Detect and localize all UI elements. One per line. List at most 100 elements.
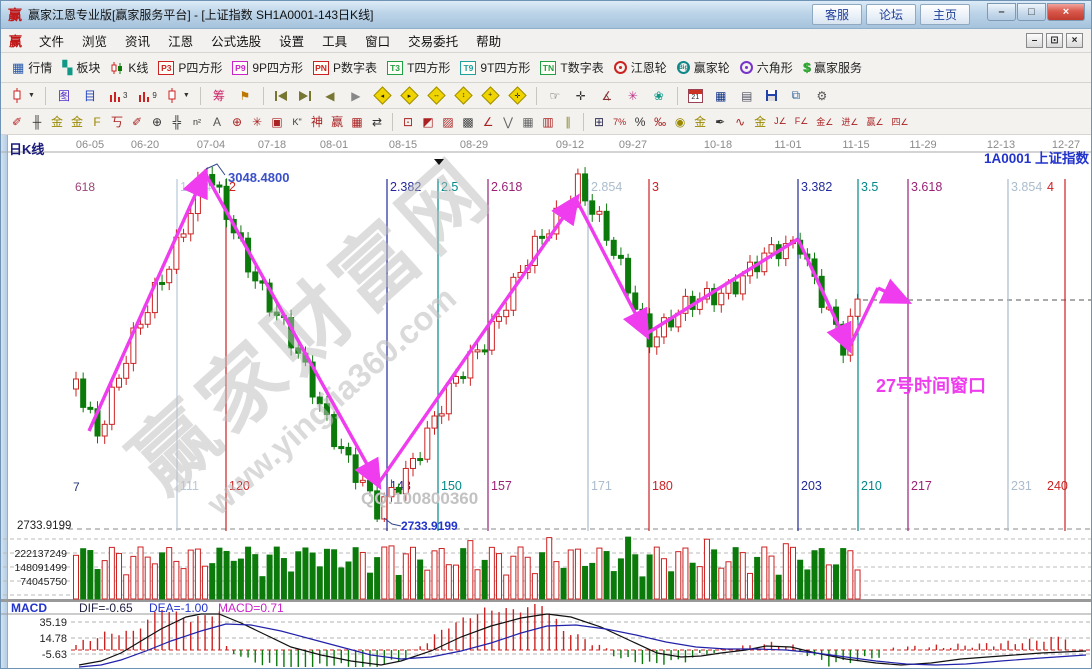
toolbar-button-minute-3[interactable]: 3 [103, 87, 132, 105]
toolbar-button-gann-wheel[interactable]: 江恩轮 [609, 57, 672, 78]
draw-tool-3[interactable]: 金 [67, 111, 87, 132]
toolbar-button-gann-dia-6[interactable]: ✛ [504, 87, 531, 104]
draw-tool-18[interactable]: ⇄ [367, 111, 387, 132]
menu-item-trade[interactable]: 交易委托 [399, 28, 467, 53]
draw-tool-9[interactable]: n² [187, 111, 207, 132]
minimize-button[interactable]: – [987, 3, 1016, 21]
mdi-restore-button[interactable]: ⊡ [1046, 33, 1063, 48]
toolbar-button-9t-square[interactable]: T99T四方形 [455, 57, 535, 78]
toolbar-button-export-tool[interactable]: ⧉ [783, 85, 809, 106]
mdi-minimize-button[interactable]: – [1026, 33, 1043, 48]
draw-tool-15[interactable]: 神 [307, 111, 327, 132]
draw-tool-32[interactable]: % [630, 111, 650, 132]
toolbar-button-calendar-tool[interactable]: 21 [683, 87, 708, 105]
toolbar-button-crosshair-tool[interactable]: ✛ [568, 85, 594, 106]
draw-tool-34[interactable]: ◉ [670, 111, 690, 132]
draw-tool-35[interactable]: 金 [690, 111, 710, 132]
draw-tool-38[interactable]: 金 [750, 111, 770, 132]
toolbar-button-first-bar[interactable] [269, 88, 293, 104]
toolbar-button-gann-dia-1[interactable]: ◂ [369, 87, 396, 104]
draw-tool-24[interactable]: ∠ [478, 111, 498, 132]
draw-tool-43[interactable]: 赢∠ [862, 111, 887, 132]
toolbar-button-brain-tool[interactable]: ❀ [646, 85, 672, 106]
toolbar-button-p-digit-table[interactable]: PNP数字表 [308, 57, 382, 78]
toolbar-button-prev-bar[interactable]: ◀ [317, 85, 343, 106]
draw-tool-1[interactable]: ╫ [27, 111, 47, 132]
toolbar-button-p-square[interactable]: P3P四方形 [153, 57, 227, 78]
quick-button-2[interactable]: 主页 [920, 4, 970, 25]
toolbar-button-winner-wheel[interactable]: Big赢家轮 [672, 57, 735, 78]
draw-tool-22[interactable]: ▨ [438, 111, 458, 132]
toolbar-button-save-tool[interactable] [760, 87, 783, 104]
menu-item-tools[interactable]: 工具 [313, 28, 356, 53]
toolbar-button-chart-style[interactable]: 图 [51, 85, 77, 106]
toolbar-button-settings-tool[interactable]: ⚙ [809, 85, 835, 106]
toolbar-button-gann-dia-2[interactable]: ▸ [396, 87, 423, 104]
menu-item-formula-pick[interactable]: 公式选股 [202, 28, 270, 53]
draw-tool-7[interactable]: ⊕ [147, 111, 167, 132]
toolbar-button-next-bar[interactable]: ▶ [343, 85, 369, 106]
draw-tool-13[interactable]: ▣ [267, 111, 287, 132]
toolbar-button-sector[interactable]: ▚板块 [57, 57, 105, 78]
draw-tool-37[interactable]: ∿ [730, 111, 750, 132]
kline-chart[interactable]: 1.85411121202.3821432.51502.6181572.8541… [1, 135, 1092, 669]
toolbar-button-gann-dia-4[interactable]: ↕ [450, 87, 477, 104]
draw-tool-10[interactable]: A [207, 111, 227, 132]
toolbar-button-t-square[interactable]: T3T四方形 [382, 57, 455, 78]
menu-item-help[interactable]: 帮助 [467, 28, 510, 53]
quick-button-0[interactable]: 客服 [812, 4, 862, 25]
draw-tool-41[interactable]: 金∠ [812, 111, 837, 132]
draw-tool-12[interactable]: ✳ [247, 111, 267, 132]
toolbar-button-chip-tool[interactable]: 筹 [206, 85, 232, 106]
toolbar-button-notes-tool[interactable]: ▤ [734, 85, 760, 106]
draw-tool-40[interactable]: F∠ [791, 111, 813, 132]
toolbar-button-candle-tool[interactable]: ▼ [162, 86, 195, 105]
menu-item-settings[interactable]: 设置 [270, 28, 313, 53]
toolbar-button-period-daily[interactable]: ▼ [7, 86, 40, 105]
toolbar-button-hexagon[interactable]: 六角形 [735, 57, 798, 78]
draw-tool-42[interactable]: 进∠ [837, 111, 862, 132]
toolbar-button-angle-tool[interactable]: ∡ [594, 85, 620, 106]
toolbar-button-flag-tool[interactable]: ⚑ [232, 85, 258, 106]
draw-tool-8[interactable]: ╬ [167, 111, 187, 132]
draw-tool-5[interactable]: 丂 [107, 111, 127, 132]
menu-item-browse[interactable]: 浏览 [73, 28, 116, 53]
toolbar-button-list-view[interactable]: 目 [77, 85, 103, 106]
toolbar-button-hand-tool[interactable]: ☞ [542, 85, 568, 106]
close-button[interactable]: × [1047, 3, 1085, 21]
mdi-close-button[interactable]: × [1066, 33, 1083, 48]
toolbar-button-winner-service[interactable]: $赢家服务 [798, 57, 867, 78]
draw-tool-21[interactable]: ◩ [418, 111, 438, 132]
draw-tool-20[interactable]: ⊡ [398, 111, 418, 132]
draw-tool-14[interactable]: K" [287, 111, 307, 132]
draw-tool-17[interactable]: ▦ [347, 111, 367, 132]
draw-tool-11[interactable]: ⊕ [227, 111, 247, 132]
draw-tool-2[interactable]: 金 [47, 111, 67, 132]
draw-tool-6[interactable]: ✐ [127, 111, 147, 132]
toolbar-button-gann-dia-3[interactable]: ↔ [423, 87, 450, 104]
draw-tool-27[interactable]: ▥ [538, 111, 558, 132]
draw-tool-30[interactable]: ⊞ [589, 111, 609, 132]
toolbar-button-last-bar[interactable] [293, 88, 317, 104]
draw-tool-39[interactable]: J∠ [770, 111, 791, 132]
toolbar-button-kline[interactable]: K线 [105, 57, 153, 78]
quick-button-1[interactable]: 论坛 [866, 4, 916, 25]
draw-tool-0[interactable]: ✐ [7, 111, 27, 132]
draw-tool-4[interactable]: F [87, 111, 107, 132]
draw-tool-28[interactable]: ∥ [558, 111, 578, 132]
draw-tool-23[interactable]: ▩ [458, 111, 478, 132]
draw-tool-31[interactable]: 7% [609, 111, 630, 132]
menu-item-news[interactable]: 资讯 [116, 28, 159, 53]
menu-item-window[interactable]: 窗口 [356, 28, 399, 53]
draw-tool-16[interactable]: 赢 [327, 111, 347, 132]
toolbar-button-minute-9[interactable]: 9 [132, 87, 161, 105]
menu-item-file[interactable]: 文件 [30, 28, 73, 53]
toolbar-button-gann-dia-5[interactable]: + [477, 87, 504, 104]
draw-tool-26[interactable]: ▦ [518, 111, 538, 132]
toolbar-button-calculator-tool[interactable]: ▦ [708, 85, 734, 106]
toolbar-button-web-tool[interactable]: ✳ [620, 85, 646, 106]
draw-tool-36[interactable]: ✒ [710, 111, 730, 132]
toolbar-button-quote[interactable]: ▦行情 [7, 57, 57, 78]
draw-tool-33[interactable]: ‰ [650, 111, 670, 132]
maximize-button[interactable]: □ [1017, 3, 1046, 21]
